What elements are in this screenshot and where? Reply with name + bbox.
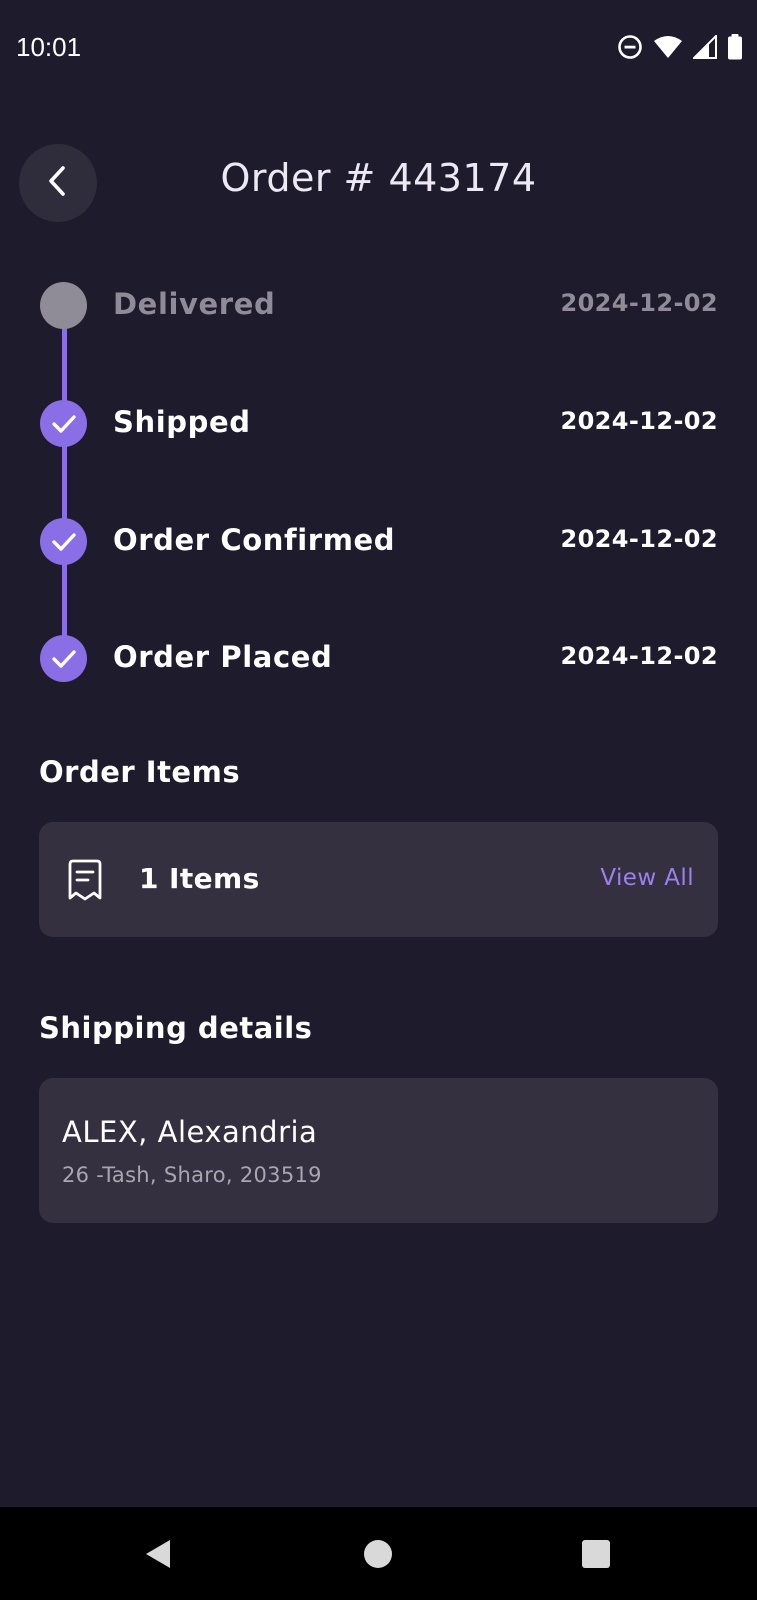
wifi-icon <box>653 35 683 59</box>
status-bar: 10:01 <box>0 0 757 96</box>
shipping-address-card: ALEX, Alexandria 26 -Tash, Sharo, 203519 <box>39 1078 718 1223</box>
battery-icon <box>727 34 743 60</box>
step-label: Order Placed <box>113 640 333 674</box>
step-date: 2024-12-02 <box>560 289 718 317</box>
timeline-step-shipped: Shipped 2024-12-02 <box>0 393 757 453</box>
step-date: 2024-12-02 <box>560 642 718 670</box>
timeline-step-delivered: Delivered 2024-12-02 <box>0 275 757 335</box>
recipient-name: ALEX, Alexandria <box>62 1115 318 1149</box>
do-not-disturb-icon <box>617 34 643 60</box>
cell-signal-icon <box>693 35 717 59</box>
step-date: 2024-12-02 <box>560 525 718 553</box>
page-title: Order # 443174 <box>220 156 537 200</box>
checkmark-icon <box>40 635 87 682</box>
recents-nav-icon[interactable] <box>546 1507 646 1600</box>
checkmark-icon <box>40 518 87 565</box>
address-line: 26 -Tash, Sharo, 203519 <box>62 1163 322 1187</box>
system-nav-bar <box>0 1507 757 1600</box>
order-details-screen: 10:01 Order # 443174 Delivered 2024-12-0… <box>0 0 757 1600</box>
step-label: Shipped <box>113 405 251 439</box>
order-items-heading: Order Items <box>39 755 241 789</box>
timeline-step-order-placed: Order Placed 2024-12-02 <box>0 628 757 688</box>
timeline-step-order-confirmed: Order Confirmed 2024-12-02 <box>0 511 757 571</box>
pending-status-dot <box>40 282 87 329</box>
shipping-details-heading: Shipping details <box>39 1011 313 1045</box>
order-items-card[interactable]: 1 Items View All <box>39 822 718 937</box>
timeline-connector <box>62 305 67 657</box>
view-all-link[interactable]: View All <box>600 865 694 891</box>
step-label: Delivered <box>113 287 276 321</box>
back-nav-icon[interactable] <box>108 1507 208 1600</box>
receipt-icon <box>66 858 104 902</box>
status-icons <box>617 32 743 62</box>
step-date: 2024-12-02 <box>560 407 718 435</box>
checkmark-icon <box>40 400 87 447</box>
step-label: Order Confirmed <box>113 523 396 557</box>
status-time: 10:01 <box>16 32 82 62</box>
home-nav-icon[interactable] <box>328 1507 428 1600</box>
items-count: 1 Items <box>139 862 260 895</box>
